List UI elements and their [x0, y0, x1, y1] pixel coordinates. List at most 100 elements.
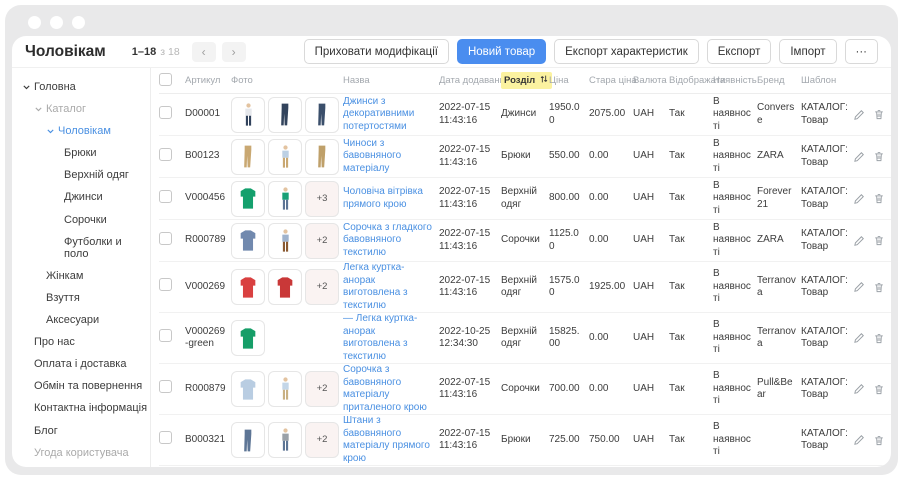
product-name-link[interactable]: Чоловіча вітрівка прямого крою	[343, 186, 434, 211]
row-stock-cell: В наявності	[713, 96, 757, 134]
product-photo-thumbnail[interactable]	[231, 269, 265, 305]
product-photo-thumbnail[interactable]	[231, 139, 265, 175]
sidebar-item-12[interactable]: Оплата і доставка	[12, 353, 150, 375]
product-photo-thumbnail[interactable]	[231, 422, 265, 458]
edit-icon[interactable]	[853, 109, 865, 121]
sidebar-item-5[interactable]: Джинси	[12, 186, 150, 208]
row-sku-cell: V000269-green	[185, 326, 231, 351]
sidebar-item-15[interactable]: Блог	[12, 420, 150, 442]
row-checkbox[interactable]	[159, 148, 172, 161]
product-photo-thumbnail[interactable]	[268, 97, 302, 133]
product-photo-thumbnail[interactable]	[231, 181, 265, 217]
row-actions-cell	[853, 383, 889, 396]
export-attributes-button[interactable]: Експорт характеристик	[554, 39, 699, 64]
row-category-cell: Сорочки	[501, 234, 549, 247]
row-display-cell: Так	[669, 434, 713, 447]
sidebar-item-16[interactable]: Угода користувача	[12, 442, 150, 464]
more-photos-badge[interactable]: +2	[305, 223, 339, 259]
product-photo-thumbnail[interactable]	[231, 223, 265, 259]
row-display-cell: Так	[669, 383, 713, 396]
product-photo-thumbnail[interactable]	[305, 139, 339, 175]
more-photos-badge[interactable]: +2	[305, 422, 339, 458]
more-photos-badge[interactable]: +2	[305, 371, 339, 407]
product-name-link[interactable]: Сорочка з бавовняного матеріалу притален…	[343, 364, 434, 414]
sidebar-item-10[interactable]: Аксесуари	[12, 309, 150, 331]
row-stock-cell: В наявності	[713, 222, 757, 260]
page-header: Чоловікам 1–18 з 18 ‹ › Приховати модифі…	[12, 36, 891, 68]
product-name-link[interactable]: Сорочка з гладкого бавовняного текстилю	[343, 222, 434, 260]
product-photo-thumbnail[interactable]	[268, 422, 302, 458]
pagination: 1–18 з 18 ‹ ›	[132, 42, 246, 62]
product-photo-thumbnail[interactable]	[268, 371, 302, 407]
delete-icon[interactable]	[873, 108, 885, 121]
product-name-link[interactable]: Легка куртка-анорак виготовлена з тексти…	[343, 262, 434, 312]
table-row: R000789+2Сорочка з гладкого бавовняного …	[159, 220, 891, 262]
pagination-next-button[interactable]: ›	[222, 42, 246, 62]
row-old_price-cell: 1925.00	[589, 281, 633, 294]
sidebar-item-14[interactable]: Контактна інформація	[12, 397, 150, 419]
hide-modifications-button[interactable]: Приховати модифікації	[304, 39, 449, 64]
row-checkbox[interactable]	[159, 329, 172, 342]
import-button[interactable]: Імпорт	[779, 39, 836, 64]
sidebar-item-17[interactable]: Відгуки про магазин	[12, 464, 150, 467]
product-photo-thumbnail[interactable]	[231, 371, 265, 407]
category-sidebar: ГоловнаКаталогЧоловікамБрюкиВерхній одяг…	[12, 68, 150, 467]
row-checkbox[interactable]	[159, 190, 172, 203]
edit-icon[interactable]	[853, 281, 865, 293]
product-photo-thumbnail[interactable]	[268, 139, 302, 175]
table-row: R000587+2Чоловічі сорочки з легкого текс…	[159, 466, 891, 467]
edit-icon[interactable]	[853, 193, 865, 205]
product-name-link[interactable]: — Легка куртка-анорак виготовлена з текс…	[343, 313, 434, 363]
delete-icon[interactable]	[873, 434, 885, 447]
sort-icon[interactable]	[539, 74, 549, 87]
product-name-link[interactable]: Чиноси з бавовняного матеріалу	[343, 138, 434, 176]
pagination-prev-button[interactable]: ‹	[192, 42, 216, 62]
row-select-cell	[159, 232, 185, 250]
row-checkbox[interactable]	[159, 106, 172, 119]
product-photo-thumbnail[interactable]	[268, 223, 302, 259]
window-dot	[72, 16, 85, 29]
column-header-category[interactable]: Розділ	[501, 72, 549, 89]
product-photo-thumbnail[interactable]	[268, 269, 302, 305]
product-photo-thumbnail[interactable]	[305, 97, 339, 133]
edit-icon[interactable]	[853, 235, 865, 247]
product-photo-thumbnail[interactable]	[231, 320, 265, 356]
select-all-checkbox[interactable]	[159, 73, 172, 86]
edit-icon[interactable]	[853, 151, 865, 163]
delete-icon[interactable]	[873, 234, 885, 247]
delete-icon[interactable]	[873, 332, 885, 345]
row-stock-cell: В наявності	[713, 421, 757, 459]
sidebar-item-6[interactable]: Сорочки	[12, 209, 150, 231]
sidebar-item-0[interactable]: Головна	[12, 76, 150, 98]
row-checkbox[interactable]	[159, 380, 172, 393]
row-checkbox[interactable]	[159, 278, 172, 291]
sidebar-item-2[interactable]: Чоловікам	[12, 120, 150, 142]
edit-icon[interactable]	[853, 332, 865, 344]
more-photos-badge[interactable]: +3	[305, 181, 339, 217]
sidebar-item-13[interactable]: Обмін та повернення	[12, 375, 150, 397]
delete-icon[interactable]	[873, 383, 885, 396]
delete-icon[interactable]	[873, 281, 885, 294]
export-button[interactable]: Експорт	[707, 39, 772, 64]
row-checkbox[interactable]	[159, 431, 172, 444]
sidebar-item-3[interactable]: Брюки	[12, 142, 150, 164]
sidebar-item-7[interactable]: Футболки и поло	[12, 231, 150, 265]
sidebar-item-8[interactable]: Жінкам	[12, 265, 150, 287]
delete-icon[interactable]	[873, 192, 885, 205]
new-product-button[interactable]: Новий товар	[457, 39, 546, 64]
product-photo-thumbnail[interactable]	[231, 97, 265, 133]
more-actions-button[interactable]: ···	[845, 39, 879, 64]
sidebar-item-11[interactable]: Про нас	[12, 331, 150, 353]
product-photo-thumbnail[interactable]	[268, 181, 302, 217]
row-checkbox[interactable]	[159, 232, 172, 245]
sidebar-item-1[interactable]: Каталог	[12, 98, 150, 120]
edit-icon[interactable]	[853, 434, 865, 446]
more-photos-badge[interactable]: +2	[305, 269, 339, 305]
product-name-link[interactable]: Штани з бавовняного матеріалу прямого кр…	[343, 415, 434, 465]
product-name-link[interactable]: Джинси з декоративними потертостями	[343, 96, 434, 134]
sidebar-item-4[interactable]: Верхній одяг	[12, 164, 150, 186]
row-stock-cell: В наявності	[713, 268, 757, 306]
edit-icon[interactable]	[853, 383, 865, 395]
delete-icon[interactable]	[873, 150, 885, 163]
sidebar-item-9[interactable]: Взуття	[12, 287, 150, 309]
